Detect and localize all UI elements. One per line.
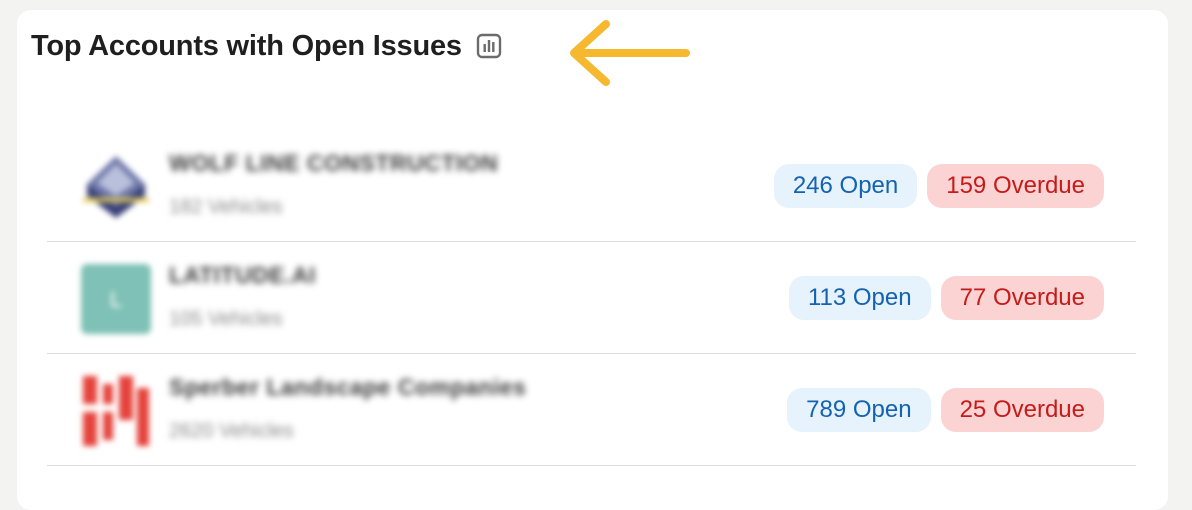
account-vehicle-count: 105 Vehicles xyxy=(169,308,283,330)
account-name: WOLF LINE CONSTRUCTION xyxy=(169,150,499,176)
account-logo-icon xyxy=(83,376,149,446)
open-issues-badge[interactable]: 113 Open xyxy=(788,276,931,320)
issue-badges: 789 Open 25 Overdue xyxy=(787,388,1104,432)
card-header: Top Accounts with Open Issues xyxy=(31,26,502,66)
account-row[interactable]: L LATITUDE.AI 105 Vehicles 113 Open 77 O… xyxy=(47,242,1136,354)
card-title: Top Accounts with Open Issues xyxy=(31,29,462,62)
issue-badges: 113 Open 77 Overdue xyxy=(788,276,1104,320)
accounts-list: WOLF LINE CONSTRUCTION 182 Vehicles 246 … xyxy=(47,130,1136,466)
overdue-issues-badge[interactable]: 159 Overdue xyxy=(927,164,1104,208)
overdue-issues-badge[interactable]: 77 Overdue xyxy=(940,276,1104,320)
arrow-left-icon xyxy=(570,20,690,86)
bar-chart-icon[interactable] xyxy=(476,33,502,59)
account-vehicle-count: 2620 Vehicles xyxy=(169,420,294,442)
account-name: Sperber Landscape Companies xyxy=(169,374,527,400)
account-logo-icon: L xyxy=(81,264,151,334)
account-logo-icon xyxy=(83,156,149,218)
overdue-issues-badge[interactable]: 25 Overdue xyxy=(940,388,1104,432)
account-vehicle-count: 182 Vehicles xyxy=(169,196,283,218)
account-row[interactable]: WOLF LINE CONSTRUCTION 182 Vehicles 246 … xyxy=(47,130,1136,242)
account-name: LATITUDE.AI xyxy=(169,262,316,288)
account-row[interactable]: Sperber Landscape Companies 2620 Vehicle… xyxy=(47,354,1136,466)
open-issues-badge[interactable]: 246 Open xyxy=(773,164,918,208)
account-logo-letter: L xyxy=(110,287,122,312)
issue-badges: 246 Open 159 Overdue xyxy=(773,164,1104,208)
open-issues-badge[interactable]: 789 Open xyxy=(787,388,931,432)
